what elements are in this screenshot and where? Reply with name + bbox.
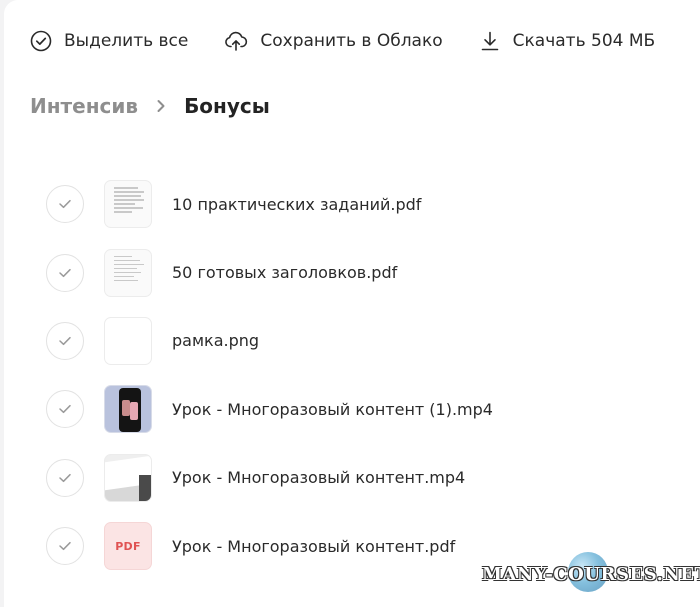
check-circle-icon (30, 30, 52, 52)
video-thumbnail (104, 385, 152, 434)
checkmark-icon (59, 336, 71, 346)
file-checkbox[interactable] (46, 458, 84, 497)
chevron-right-icon (156, 99, 166, 113)
file-row[interactable]: Урок - Многоразовый контент (1).mp4 (46, 375, 493, 443)
file-checkbox[interactable] (46, 527, 84, 566)
download-button[interactable]: Скачать 504 МБ (479, 30, 656, 52)
checkmark-icon (59, 268, 71, 277)
file-row[interactable]: PDF Урок - Многоразовый контент.pdf (46, 512, 493, 580)
toolbar: Выделить все Сохранить в Облако Скачать … (30, 28, 655, 54)
file-name: Урок - Многоразовый контент.mp4 (172, 468, 466, 488)
watermark-text: MANY-COURSES.NET (482, 564, 700, 585)
breadcrumb: Интенсив Бонусы (30, 94, 270, 118)
select-all-label: Выделить все (64, 31, 189, 51)
file-checkbox[interactable] (46, 390, 84, 429)
file-row[interactable]: 50 готовых заголовков.pdf (46, 238, 493, 306)
document-thumbnail (104, 248, 152, 297)
document-thumbnail (104, 180, 152, 229)
file-name: Урок - Многоразовый контент (1).mp4 (172, 399, 493, 419)
file-row[interactable]: рамка.png (46, 307, 493, 375)
file-list: 10 практических заданий.pdf 50 готовых з… (46, 170, 493, 580)
download-icon (481, 31, 498, 51)
checkmark-icon (59, 473, 71, 482)
file-checkbox[interactable] (46, 185, 84, 224)
file-row[interactable]: 10 практических заданий.pdf (46, 170, 493, 238)
file-checkbox[interactable] (46, 253, 84, 292)
file-name: 50 готовых заголовков.pdf (172, 263, 398, 283)
file-browser-panel: Выделить все Сохранить в Облако Скачать … (4, 0, 700, 607)
pdf-thumbnail: PDF (104, 522, 152, 571)
save-to-cloud-button[interactable]: Сохранить в Облако (224, 30, 443, 52)
download-label: Скачать 504 МБ (512, 31, 656, 51)
checkmark-icon (59, 200, 71, 209)
breadcrumb-parent-link[interactable]: Интенсив (30, 94, 138, 118)
file-name: Урок - Многоразовый контент.pdf (172, 536, 456, 556)
video-thumbnail (104, 453, 152, 502)
breadcrumb-current: Бонусы (184, 94, 270, 118)
file-name: рамка.png (172, 331, 260, 351)
image-thumbnail (104, 316, 152, 365)
cloud-upload-icon (225, 31, 248, 51)
checkmark-icon (59, 542, 71, 551)
checkmark-icon (59, 405, 71, 414)
pdf-badge-label: PDF (115, 539, 141, 553)
select-all-button[interactable]: Выделить все (30, 30, 188, 52)
save-to-cloud-label: Сохранить в Облако (260, 31, 443, 51)
file-checkbox[interactable] (46, 321, 84, 360)
file-name: 10 практических заданий.pdf (172, 194, 422, 214)
file-row[interactable]: Урок - Многоразовый контент.mp4 (46, 444, 493, 512)
watermark: MANY-COURSES.NET (482, 552, 700, 600)
